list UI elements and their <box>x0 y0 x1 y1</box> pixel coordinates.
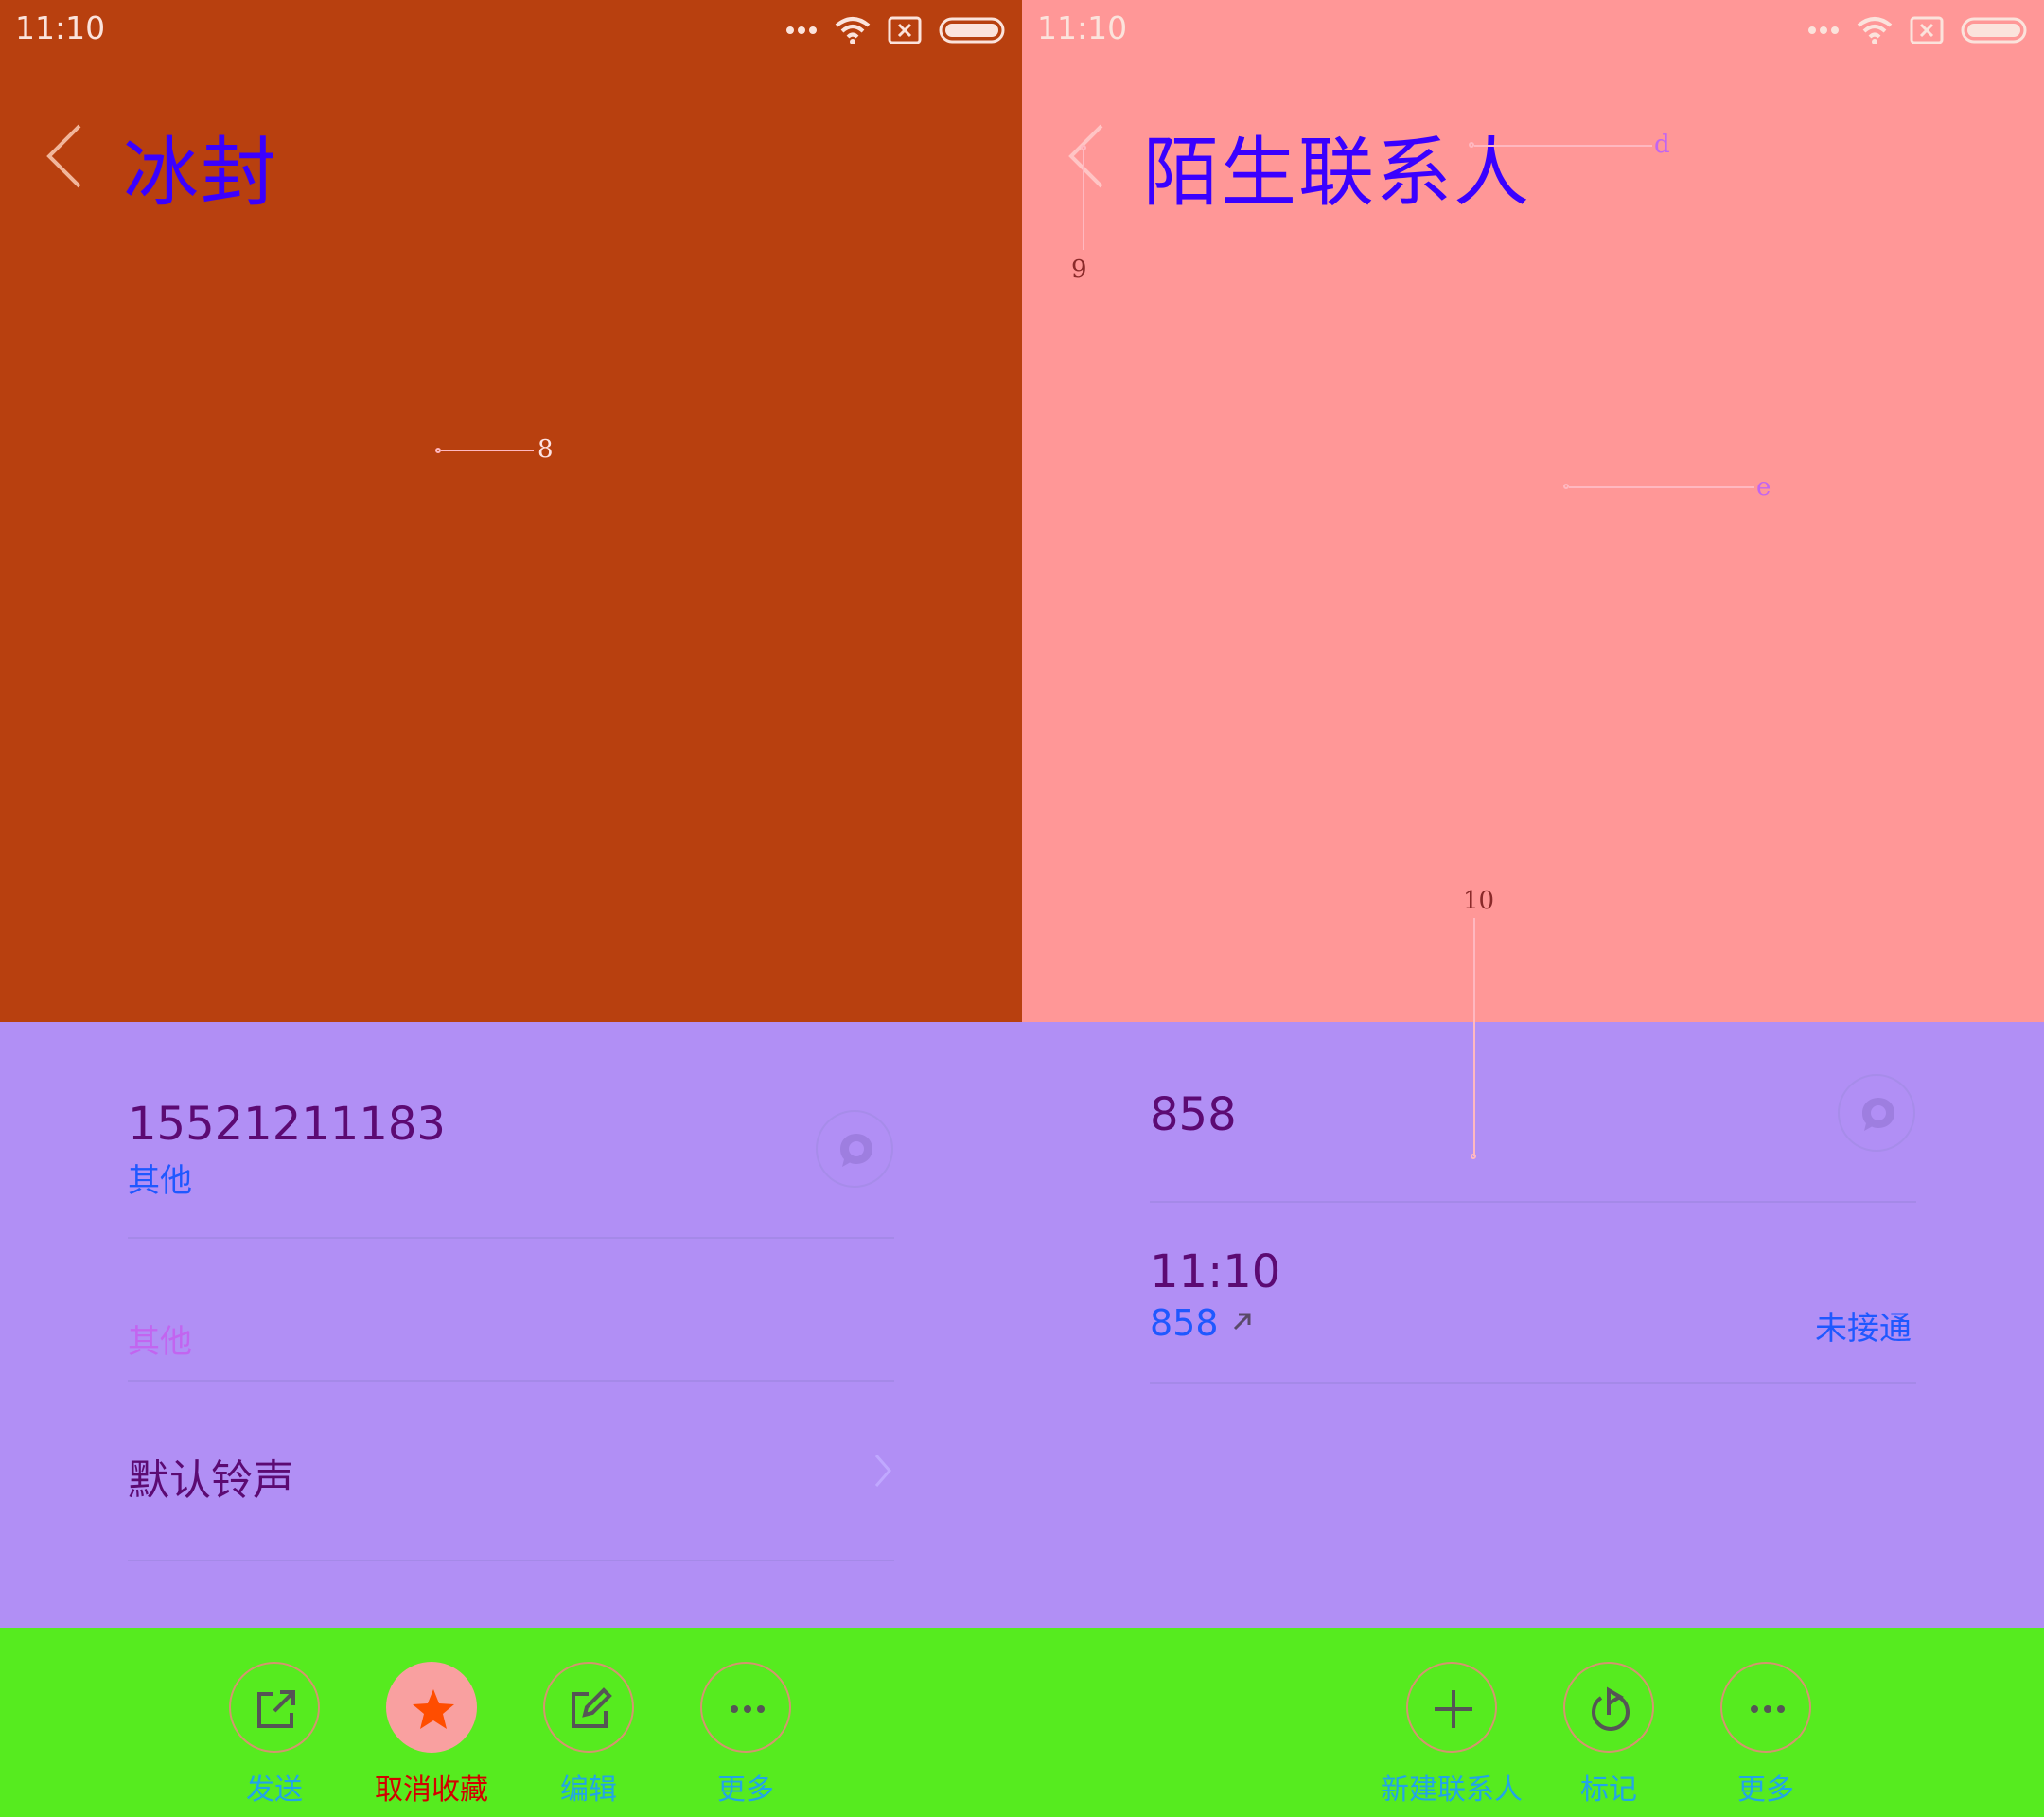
status-icons <box>1807 13 2029 47</box>
divider <box>128 1380 894 1382</box>
send-button[interactable]: 发送 <box>189 1662 360 1807</box>
battery-icon <box>1961 17 2027 44</box>
more-dots-icon <box>1808 26 1839 34</box>
wifi-icon <box>1857 17 1893 44</box>
more-circle <box>1720 1662 1811 1753</box>
page-title: 陌生联系人 <box>1143 129 1531 217</box>
more-button[interactable]: 更多 <box>1681 1662 1851 1807</box>
annotation-line <box>441 450 534 451</box>
annotation-line <box>1473 1022 1475 1156</box>
stranger-info-panel: 858 11:10 858 未接通 <box>1022 1022 2044 1628</box>
more-dots-icon <box>786 26 817 34</box>
status-time: 11:10 <box>1037 9 1128 46</box>
message-button[interactable] <box>816 1110 893 1188</box>
no-sim-icon <box>888 16 922 44</box>
annotation-label: 9 <box>1071 256 1087 284</box>
call-log-time: 11:10 <box>1150 1245 1281 1298</box>
bottom-toolbar: 发送 取消收藏 编辑 更多 <box>0 1628 1022 1817</box>
chevron-left-icon <box>46 124 81 188</box>
new-contact-label: 新建联系人 <box>1381 1773 1523 1807</box>
call-status: 未接通 <box>1815 1310 1912 1348</box>
message-button[interactable] <box>1838 1074 1915 1152</box>
more-button[interactable]: 更多 <box>661 1662 831 1807</box>
unfavorite-circle <box>386 1662 477 1753</box>
divider <box>1150 1201 1916 1203</box>
new-contact-button[interactable]: 新建联系人 <box>1366 1662 1537 1807</box>
stranger-header: 11:10 陌生联系人 9 d e 10 <box>1022 0 2044 1156</box>
stranger-detail-screen: 11:10 陌生联系人 9 d e 10 858 11:10 858 未接通 新… <box>1022 0 2044 1817</box>
annotation-dot <box>1471 1154 1476 1159</box>
annotation-label: d <box>1654 131 1670 159</box>
contact-info-panel: 15521211183 其他 其他 默认铃声 <box>0 1022 1022 1628</box>
annotation-label: e <box>1756 473 1771 502</box>
chevron-right-icon <box>874 1455 891 1487</box>
unfavorite-button[interactable]: 取消收藏 <box>346 1662 517 1807</box>
edit-button[interactable]: 编辑 <box>503 1662 674 1807</box>
contact-detail-screen: 11:10 冰封 8 15521211183 其他 其他 默认铃声 发送 取消收… <box>0 0 1022 1817</box>
wifi-icon <box>835 17 871 44</box>
more-label: 更多 <box>1737 1773 1794 1807</box>
ringtone-label[interactable]: 默认铃声 <box>128 1446 294 1507</box>
status-icons <box>785 13 1007 47</box>
edit-circle <box>543 1662 634 1753</box>
edit-label: 编辑 <box>560 1773 617 1807</box>
phone-type-label: 其他 <box>128 1162 192 1200</box>
contact-header: 11:10 冰封 8 <box>0 0 1022 1022</box>
annotation-label: 8 <box>537 435 554 464</box>
message-icon <box>1862 1098 1894 1131</box>
battery-icon <box>939 17 1005 44</box>
more-icon <box>1751 1705 1785 1713</box>
message-icon <box>840 1134 872 1167</box>
new-contact-circle <box>1406 1662 1497 1753</box>
annotation-label: 10 <box>1463 887 1495 915</box>
annotation-line <box>1083 150 1084 250</box>
flag-icon <box>1592 1686 1630 1731</box>
more-icon <box>731 1705 765 1713</box>
more-label: 更多 <box>717 1773 774 1807</box>
unfavorite-label: 取消收藏 <box>375 1773 488 1807</box>
status-time: 11:10 <box>15 9 106 46</box>
divider <box>128 1237 894 1239</box>
group-label[interactable]: 其他 <box>128 1315 192 1362</box>
mark-label: 标记 <box>1580 1773 1637 1807</box>
back-button[interactable] <box>1060 118 1113 194</box>
divider <box>128 1560 894 1561</box>
phone-number[interactable]: 858 <box>1150 1088 1237 1141</box>
more-circle <box>700 1662 791 1753</box>
send-circle <box>229 1662 320 1753</box>
send-label: 发送 <box>246 1773 303 1807</box>
edit-icon <box>572 1687 612 1728</box>
share-icon <box>257 1690 295 1728</box>
call-log-number: 858 <box>1150 1302 1219 1344</box>
star-icon <box>413 1689 454 1729</box>
page-title: 冰封 <box>123 129 278 217</box>
phone-number[interactable]: 15521211183 <box>128 1098 446 1151</box>
no-sim-icon <box>1910 16 1944 44</box>
mark-circle <box>1563 1662 1654 1753</box>
mark-button[interactable]: 标记 <box>1524 1662 1694 1807</box>
outgoing-call-icon <box>1233 1313 1251 1331</box>
bottom-toolbar: 新建联系人 标记 更多 <box>1022 1628 2044 1817</box>
divider <box>1150 1382 1916 1384</box>
chevron-left-icon <box>1068 124 1103 188</box>
annotation-line <box>1569 486 1754 488</box>
annotation-line <box>1474 145 1652 147</box>
back-button[interactable] <box>38 118 91 194</box>
plus-icon <box>1435 1690 1472 1728</box>
